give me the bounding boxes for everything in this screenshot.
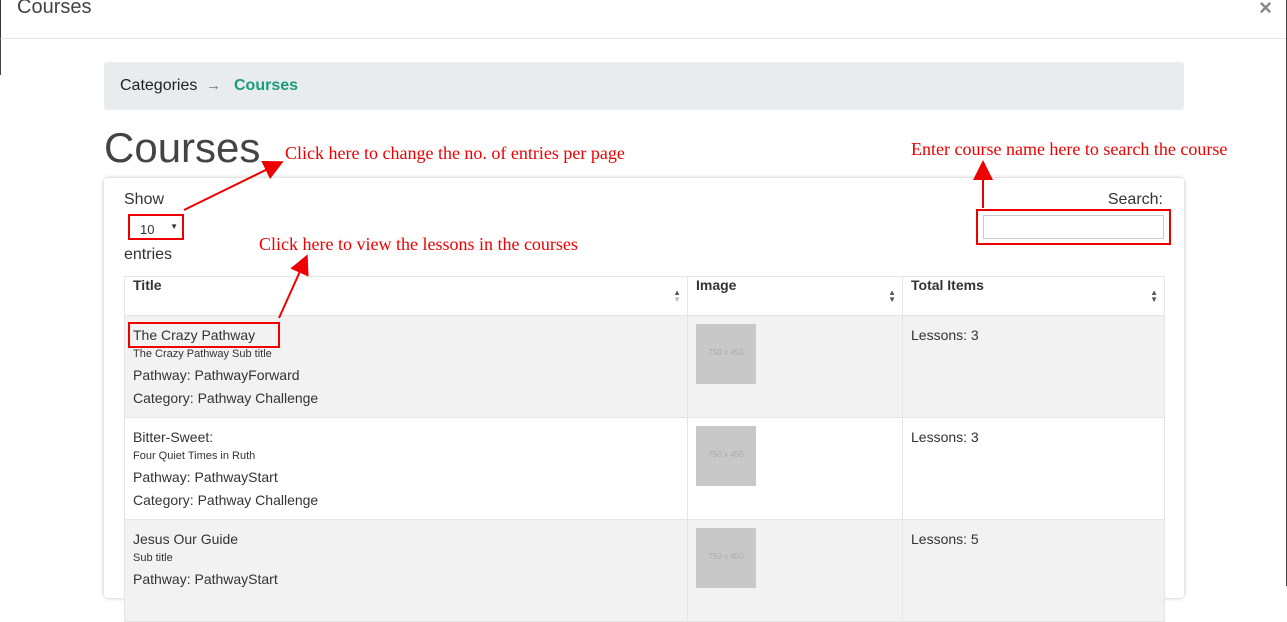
thumbnail-placeholder-text: 750 x 450 (708, 348, 744, 357)
course-pathway: Pathway: PathwayStart (133, 469, 278, 485)
search-highlight-box (976, 209, 1171, 245)
column-header-label: Image (696, 277, 737, 293)
table-row: Bitter-Sweet: Four Quiet Times in Ruth P… (124, 417, 1165, 520)
breadcrumb-link-categories[interactable]: Categories (120, 77, 197, 95)
modal-header: Courses × (0, 0, 1287, 39)
breadcrumb-separator: → (206, 77, 221, 94)
chevron-down-icon: ▼ (170, 222, 178, 231)
course-subtitle: Four Quiet Times in Ruth (133, 450, 256, 462)
sort-icon: ▲ ▼ (1150, 288, 1158, 304)
lesson-count: Lessons: 5 (911, 531, 979, 547)
column-header-total-items[interactable]: Total Items ▲ ▼ (902, 276, 1165, 316)
sort-icon: ▲ ▼ (673, 288, 681, 304)
course-thumbnail: 750 x 450 (696, 528, 756, 588)
search-label: Search: (1107, 191, 1163, 208)
lesson-count: Lessons: 3 (911, 327, 979, 343)
entries-label: entries (124, 246, 173, 263)
course-subtitle: The Crazy Pathway Sub title (133, 348, 272, 360)
search-input[interactable] (983, 215, 1164, 239)
course-pathway: Pathway: PathwayStart (133, 571, 278, 587)
breadcrumb-current-courses: Courses (234, 77, 299, 94)
column-header-label: Title (133, 277, 162, 293)
course-category: Category: Pathway Challenge (133, 492, 319, 508)
title-cell: Bitter-Sweet: Four Quiet Times in Ruth P… (124, 417, 688, 520)
title-cell: The Crazy Pathway The Crazy Pathway Sub … (124, 315, 688, 418)
total-items-cell: Lessons: 5 (902, 519, 1165, 622)
modal-border-left (0, 39, 1, 75)
total-items-cell: Lessons: 3 (902, 417, 1165, 520)
course-thumbnail: 750 x 450 (696, 426, 756, 486)
course-category: Category: Pathway Challenge (133, 390, 319, 406)
title-cell: Jesus Our Guide Sub title Pathway: Pathw… (124, 519, 688, 622)
course-thumbnail: 750 x 450 (696, 324, 756, 384)
image-cell: 750 x 450 (687, 315, 903, 418)
total-items-cell: Lessons: 3 (902, 315, 1165, 418)
course-title-link[interactable]: The Crazy Pathway (127, 322, 281, 348)
show-label: Show (124, 191, 165, 208)
column-header-image[interactable]: Image ▲ ▼ (687, 276, 903, 316)
entries-per-page-select[interactable]: 10 ▼ (128, 214, 184, 240)
image-cell: 750 x 450 (687, 519, 903, 622)
column-header-label: Total Items (911, 277, 984, 293)
course-title-link[interactable]: Bitter-Sweet: (133, 429, 213, 445)
lesson-count: Lessons: 3 (911, 429, 979, 445)
close-icon[interactable]: × (1259, 0, 1272, 21)
course-title-link[interactable]: Jesus Our Guide (133, 531, 238, 547)
courses-table: Title ▲ ▼ Image ▲ ▼ Total Items ▲ ▼ The Crazy … (124, 276, 1165, 622)
sort-icon: ▲ ▼ (888, 288, 896, 304)
annotation-entries: Click here to change the no. of entries … (285, 143, 625, 163)
thumbnail-placeholder-text: 750 x 450 (708, 552, 744, 561)
page-title: Courses (104, 124, 261, 171)
table-row: Jesus Our Guide Sub title Pathway: Pathw… (124, 519, 1165, 622)
breadcrumb: Categories → Courses (104, 62, 1184, 110)
table-row: The Crazy Pathway The Crazy Pathway Sub … (124, 315, 1165, 418)
course-subtitle: Sub title (133, 552, 173, 564)
modal-title: Courses (17, 0, 92, 18)
annotation-lessons: Click here to view the lessons in the co… (259, 234, 578, 254)
entries-per-page-value: 10 (140, 222, 155, 237)
column-header-title[interactable]: Title ▲ ▼ (124, 276, 688, 316)
annotation-search: Enter course name here to search the cou… (911, 139, 1228, 159)
course-pathway: Pathway: PathwayForward (133, 367, 300, 383)
thumbnail-placeholder-text: 750 x 450 (708, 450, 744, 459)
image-cell: 750 x 450 (687, 417, 903, 520)
